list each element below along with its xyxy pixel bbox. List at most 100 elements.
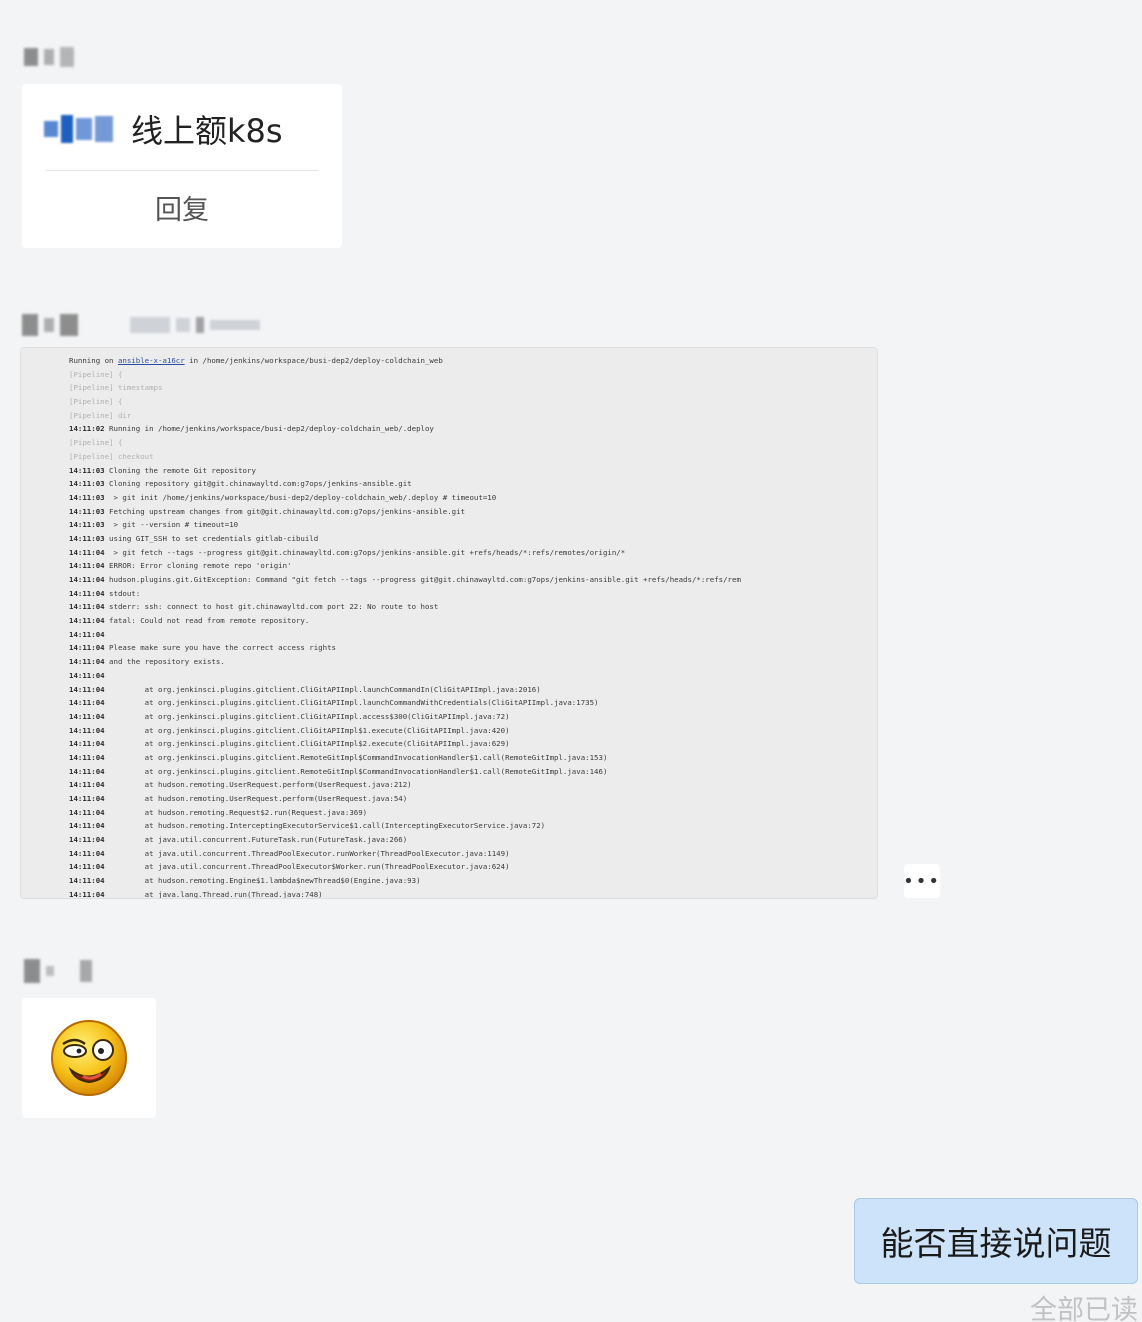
log-line: 14:11:04 > git fetch --tags --progress g… <box>69 546 877 560</box>
log-text: Fetching upstream changes from git@git.c… <box>104 506 466 516</box>
log-text: Running on <box>69 356 118 365</box>
log-timestamp: 14:11:04 <box>69 739 105 749</box>
read-status: 全部已读 <box>1030 1295 1138 1322</box>
log-text: at hudson.remoting.Engine$1.lambda$newTh… <box>104 876 421 886</box>
log-line: 14:11:03 > git --version # timeout=10 <box>69 518 877 532</box>
log-line: 14:11:04 at hudson.remoting.UserRequest.… <box>69 792 877 806</box>
log-text: at java.lang.Thread.run(Thread.java:748) <box>104 889 323 899</box>
log-timestamp: 14:11:04 <box>69 835 105 845</box>
log-line: [Pipeline] timestamps <box>69 381 877 395</box>
log-text: > git fetch --tags --progress git@git.ch… <box>104 547 626 557</box>
log-line: 14:11:04 at org.jenkinsci.plugins.gitcli… <box>69 737 877 751</box>
log-timestamp: 14:11:04 <box>69 629 105 639</box>
log-text: > git init /home/jenkins/workspace/busi-… <box>104 492 497 502</box>
log-agent-link: ansible-x-a16cr <box>117 356 185 365</box>
log-timestamp: 14:11:04 <box>69 698 105 708</box>
obfuscated-avatar-icon <box>44 115 113 143</box>
log-text: stdout: <box>104 588 141 598</box>
outgoing-message-text: 能否直接说问题 <box>880 1224 1112 1263</box>
log-line: 14:11:04 at java.lang.Thread.run(Thread.… <box>69 888 877 899</box>
log-timestamp: 14:11:03 <box>69 465 105 475</box>
log-timestamp: 14:11:02 <box>69 424 105 434</box>
outgoing-message-bubble[interactable]: 能否直接说问题 <box>854 1198 1138 1284</box>
log-text: at hudson.remoting.InterceptingExecutorS… <box>104 821 546 831</box>
log-timestamp: 14:11:04 <box>69 657 105 667</box>
log-line: 14:11:04 <box>69 628 877 642</box>
log-timestamp: 14:11:04 <box>69 561 105 571</box>
log-text: at org.jenkinsci.plugins.gitclient.CliGi… <box>104 698 599 708</box>
log-line: 14:11:04 at org.jenkinsci.plugins.gitcli… <box>69 696 877 710</box>
log-timestamp: 14:11:04 <box>69 876 105 886</box>
log-text: [Pipeline] { <box>69 369 123 379</box>
log-line: 14:11:04 <box>69 669 877 683</box>
log-line: 14:11:02 Running in /home/jenkins/worksp… <box>69 422 877 436</box>
log-text: at java.util.concurrent.ThreadPoolExecut… <box>104 862 510 872</box>
log-timestamp: 14:11:03 <box>69 492 105 502</box>
log-line: 14:11:04 at org.jenkinsci.plugins.gitcli… <box>69 710 877 724</box>
log-text: in /home/jenkins/workspace/busi-dep2/dep… <box>184 356 443 365</box>
log-timestamp: 14:11:03 <box>69 520 105 530</box>
reply-message-card: 线上额k8s 回复 <box>22 84 342 248</box>
log-timestamp: 14:11:04 <box>69 725 105 735</box>
log-text: using GIT_SSH to set credentials gitlab-… <box>104 533 319 543</box>
log-text: stderr: ssh: connect to host git.chinawa… <box>104 602 439 612</box>
log-text: [Pipeline] dir <box>69 410 132 420</box>
log-text: [Pipeline] timestamps <box>69 383 163 393</box>
log-line: [Pipeline] { <box>69 368 877 382</box>
log-timestamp: 14:11:04 <box>69 602 105 612</box>
log-timestamp: 14:11:04 <box>69 711 105 721</box>
log-line: 14:11:03 Cloning repository git@git.chin… <box>69 477 877 491</box>
log-line: 14:11:04 at org.jenkinsci.plugins.gitcli… <box>69 751 877 765</box>
log-text: at org.jenkinsci.plugins.gitclient.CliGi… <box>104 711 510 721</box>
log-timestamp: 14:11:04 <box>69 794 105 803</box>
log-text: and the repository exists. <box>104 657 225 667</box>
log-text: Please make sure you have the correct ac… <box>104 643 336 653</box>
sender-name-obfuscated <box>24 956 92 986</box>
log-line: [Pipeline] dir <box>69 409 877 423</box>
log-line: 14:11:04 at java.util.concurrent.FutureT… <box>69 833 877 847</box>
reply-button[interactable]: 回复 <box>22 188 342 227</box>
log-timestamp: 14:11:03 <box>69 479 105 489</box>
log-line: 14:11:04 fatal: Could not read from remo… <box>69 614 877 628</box>
log-line: Running on ansible-x-a16cr in /home/jenk… <box>69 354 877 368</box>
log-text: at hudson.remoting.Request$2.run(Request… <box>104 807 368 817</box>
log-text: ERROR: Error cloning remote repo 'origin… <box>104 561 292 571</box>
sticker-message[interactable] <box>22 998 156 1118</box>
log-timestamp: 14:11:04 <box>69 848 105 858</box>
log-text: [Pipeline] checkout <box>69 451 154 461</box>
log-line: 14:11:03 Cloning the remote Git reposito… <box>69 464 877 478</box>
log-line: [Pipeline] { <box>69 436 877 450</box>
log-timestamp: 14:11:04 <box>69 616 105 626</box>
card-divider <box>46 170 318 171</box>
log-line: 14:11:03 > git init /home/jenkins/worksp… <box>69 491 877 505</box>
log-screenshot-image[interactable]: Running on ansible-x-a16cr in /home/jenk… <box>20 347 878 899</box>
quoted-message: 线上额k8s <box>44 104 283 154</box>
log-line: 14:11:04 stdout: <box>69 587 877 601</box>
more-options-button[interactable]: ••• <box>903 864 940 898</box>
log-line: 14:11:04 at org.jenkinsci.plugins.gitcli… <box>69 765 877 779</box>
log-text: > git --version # timeout=10 <box>104 520 239 530</box>
log-text: at java.util.concurrent.FutureTask.run(F… <box>104 835 408 845</box>
log-line: 14:11:04 stderr: ssh: connect to host gi… <box>69 600 877 614</box>
log-line: 14:11:04 hudson.plugins.git.GitException… <box>69 573 877 587</box>
log-timestamp: 14:11:04 <box>69 643 105 653</box>
quoted-text: 线上额k8s <box>131 112 283 150</box>
log-timestamp: 14:11:04 <box>69 547 105 557</box>
log-text: [Pipeline] { <box>69 397 123 407</box>
log-text: at hudson.remoting.UserRequest.perform(U… <box>104 780 412 790</box>
log-text: Cloning repository git@git.chinawayltd.c… <box>104 479 412 489</box>
log-timestamp: 14:11:04 <box>69 862 105 872</box>
log-line: 14:11:04 ERROR: Error cloning remote rep… <box>69 559 877 573</box>
log-text: at hudson.remoting.UserRequest.perform(U… <box>104 794 408 803</box>
log-timestamp: 14:11:04 <box>69 780 105 790</box>
log-timestamp: 14:11:04 <box>69 670 105 680</box>
log-line: 14:11:04 at org.jenkinsci.plugins.gitcli… <box>69 724 877 738</box>
log-text: Running in /home/jenkins/workspace/busi-… <box>104 424 434 434</box>
log-timestamp: 14:11:04 <box>69 807 105 817</box>
log-text: at org.jenkinsci.plugins.gitclient.CliGi… <box>104 725 510 735</box>
log-line: 14:11:03 Fetching upstream changes from … <box>69 505 877 519</box>
log-text: fatal: Could not read from remote reposi… <box>104 616 310 626</box>
log-line: 14:11:03 using GIT_SSH to set credential… <box>69 532 877 546</box>
log-text: at java.util.concurrent.ThreadPoolExecut… <box>104 848 510 858</box>
log-timestamp: 14:11:04 <box>69 821 105 831</box>
